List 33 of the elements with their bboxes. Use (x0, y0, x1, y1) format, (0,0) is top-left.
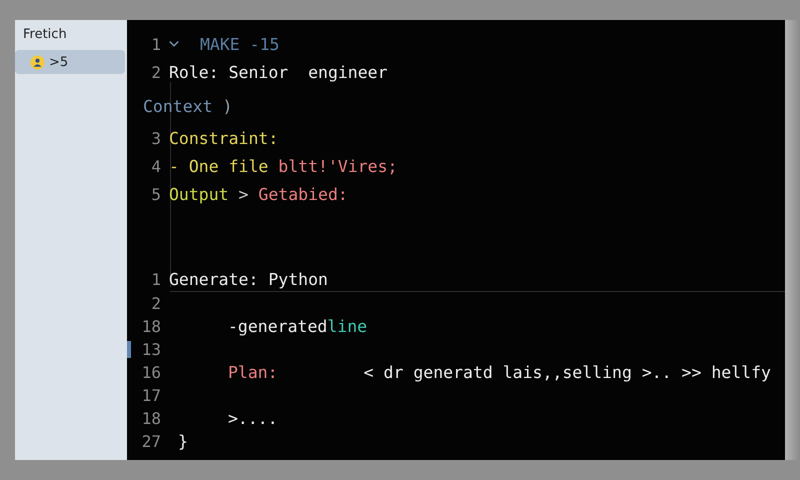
code-text: Context (143, 96, 214, 116)
code-text: Getabied: (258, 184, 348, 204)
line-number: 1 (150, 270, 161, 289)
user-icon (30, 54, 45, 70)
code-text: -generated (228, 317, 328, 336)
code-text: Output (169, 184, 230, 204)
code-text: >.... (228, 409, 278, 428)
code-text: MAKE -15 (200, 34, 280, 54)
code-text: } (178, 432, 188, 451)
sidebar-title: Fretich (22, 26, 68, 44)
line-number: 4 (150, 156, 161, 176)
line-number: 2 (150, 294, 161, 313)
code-text: bltt!'Vires; (278, 156, 398, 176)
code-text: < dr generatd lais,,selling >.. >> hellfy (364, 363, 771, 382)
line-number: 13 (140, 340, 161, 359)
line-number: 2 (150, 62, 161, 82)
line-number: 1 (150, 34, 161, 54)
line-number: 17 (140, 386, 161, 405)
code-text: Generate: Python (169, 270, 328, 289)
code-text: Constraint: (169, 128, 278, 148)
code-text: Plan: (228, 363, 278, 382)
line-number: 18 (140, 409, 161, 428)
line-number: 18 (140, 317, 161, 336)
code-text: ) (222, 96, 232, 116)
code-text: - One file (169, 156, 270, 176)
code-text: > (238, 184, 250, 204)
sidebar-item[interactable]: >5 (15, 50, 125, 74)
code-text: line (327, 317, 368, 336)
line-number: 3 (150, 128, 161, 148)
line-number: 16 (140, 363, 161, 382)
line-number: 27 (140, 432, 161, 451)
line-number: 5 (150, 184, 161, 204)
code-text: Role: Senior engineer (169, 62, 388, 82)
